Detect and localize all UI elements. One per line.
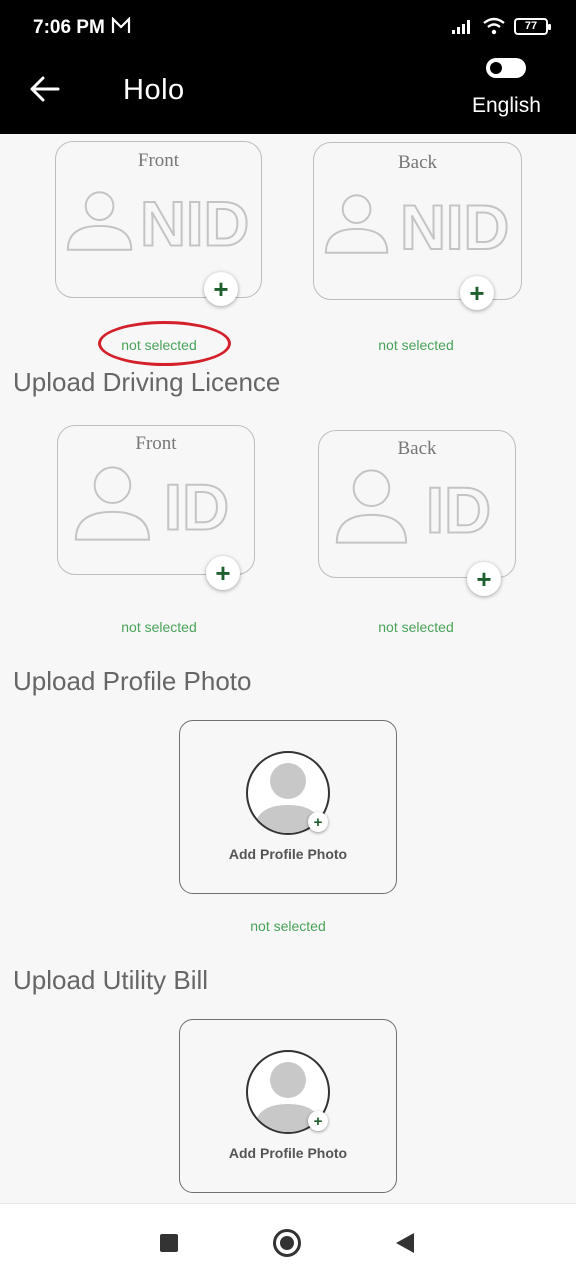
nid-id-card-icon: NID: [66, 189, 250, 256]
nid-card-text: NID: [400, 193, 509, 259]
nid-front-card[interactable]: Front NID +: [55, 141, 262, 306]
highlight-annotation: [98, 321, 231, 366]
section-title-profile-photo: Upload Profile Photo: [13, 666, 252, 696]
back-arrow-icon[interactable]: [28, 72, 62, 106]
licence-back-card[interactable]: Back ID +: [318, 430, 516, 596]
mail-icon: [111, 17, 131, 33]
add-profile-photo-label: Add Profile Photo: [228, 846, 348, 862]
add-nid-front-button[interactable]: +: [204, 272, 238, 306]
licence-back-status: not selected: [378, 619, 454, 635]
section-title-utility-bill: Upload Utility Bill: [13, 965, 209, 995]
licence-id-card-icon: ID: [335, 469, 492, 547]
licence-card-text: ID: [164, 471, 229, 544]
page-title: Holo: [123, 74, 185, 106]
add-utility-bill-plus-icon[interactable]: +: [308, 1111, 328, 1131]
profile-photo-upload-box[interactable]: + Add Profile Photo: [179, 720, 397, 894]
card-side-label: Back: [397, 152, 438, 173]
system-nav-bar: [0, 1203, 576, 1280]
battery-level: 77: [524, 20, 538, 32]
status-icons: 77: [452, 17, 551, 35]
status-time: 7:06 PM: [33, 17, 105, 38]
nid-back-card[interactable]: Back NID +: [313, 142, 522, 310]
recent-apps-icon[interactable]: [160, 1234, 178, 1252]
licence-front-status: not selected: [121, 619, 197, 635]
add-profile-photo-plus-icon[interactable]: +: [308, 812, 328, 832]
add-licence-back-button[interactable]: +: [467, 562, 501, 596]
licence-front-card[interactable]: Front ID +: [57, 425, 255, 590]
nid-card-text: NID: [140, 190, 249, 256]
nid-id-card-icon: NID: [324, 192, 510, 259]
card-side-label: Front: [137, 150, 180, 171]
section-title-driving-licence: Upload Driving Licence: [13, 367, 281, 397]
nav-back-icon[interactable]: [396, 1233, 414, 1253]
profile-photo-status: not selected: [250, 918, 326, 934]
utility-bill-upload-box[interactable]: + Add Profile Photo: [179, 1019, 397, 1193]
wifi-icon: [483, 17, 505, 35]
licence-id-card-icon: ID: [74, 466, 230, 544]
signal-icon: [452, 20, 470, 34]
add-nid-back-button[interactable]: +: [460, 276, 494, 310]
card-side-label: Front: [135, 433, 177, 454]
licence-card-text: ID: [426, 474, 491, 547]
top-bar: 7:06 PM 77 Holo English: [0, 0, 576, 134]
add-utility-bill-label: Add Profile Photo: [228, 1145, 348, 1161]
add-licence-front-button[interactable]: +: [206, 556, 240, 590]
language-toggle[interactable]: [486, 58, 526, 78]
nid-back-status: not selected: [378, 337, 454, 353]
home-icon[interactable]: [273, 1229, 301, 1257]
card-side-label: Back: [397, 438, 437, 459]
battery-icon: 77: [514, 17, 551, 35]
language-label: English: [472, 94, 541, 117]
